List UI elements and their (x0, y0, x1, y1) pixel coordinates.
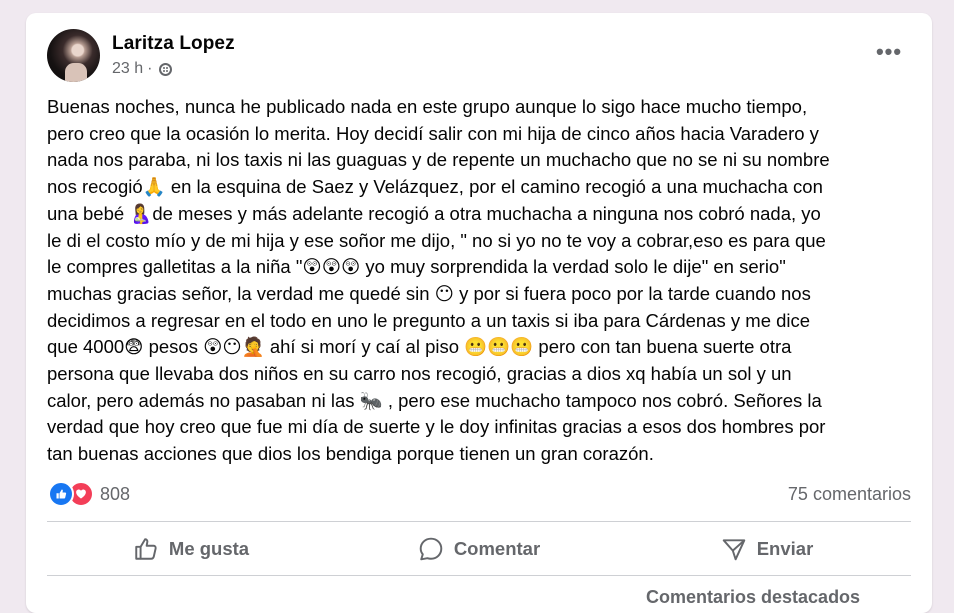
comments-count[interactable]: 75 comentarios (788, 484, 911, 505)
post-meta: 23 h · (112, 60, 173, 78)
thumbs-up-icon (135, 537, 157, 560)
like-icon (48, 481, 74, 507)
reactions-summary[interactable]: 808 (48, 481, 130, 507)
like-label: Me gusta (168, 537, 250, 559)
divider (47, 575, 911, 576)
share-button[interactable]: Enviar (623, 522, 911, 575)
send-icon (722, 538, 745, 560)
author-name[interactable]: Laritza Lopez (112, 33, 235, 55)
comment-button[interactable]: Comentar (335, 522, 623, 575)
more-horizontal-icon[interactable]: ••• (872, 39, 906, 64)
comment-sort-dropdown[interactable]: Comentarios destacados (646, 587, 860, 608)
share-label: Enviar (756, 537, 814, 559)
comment-label: Comentar (453, 537, 541, 559)
author-avatar[interactable] (47, 29, 100, 82)
action-bar: Me gusta Comentar Enviar (47, 522, 911, 575)
post-card: Laritza Lopez 23 h · ••• Buenas noches, … (26, 13, 932, 613)
like-button[interactable]: Me gusta (47, 522, 335, 575)
post-time[interactable]: 23 h (112, 60, 143, 78)
post-body: Buenas noches, nunca he publicado nada e… (47, 96, 830, 465)
comment-icon (419, 537, 443, 560)
group-icon[interactable] (159, 62, 173, 76)
meta-separator: · (147, 60, 153, 77)
reaction-count[interactable]: 808 (100, 484, 130, 505)
